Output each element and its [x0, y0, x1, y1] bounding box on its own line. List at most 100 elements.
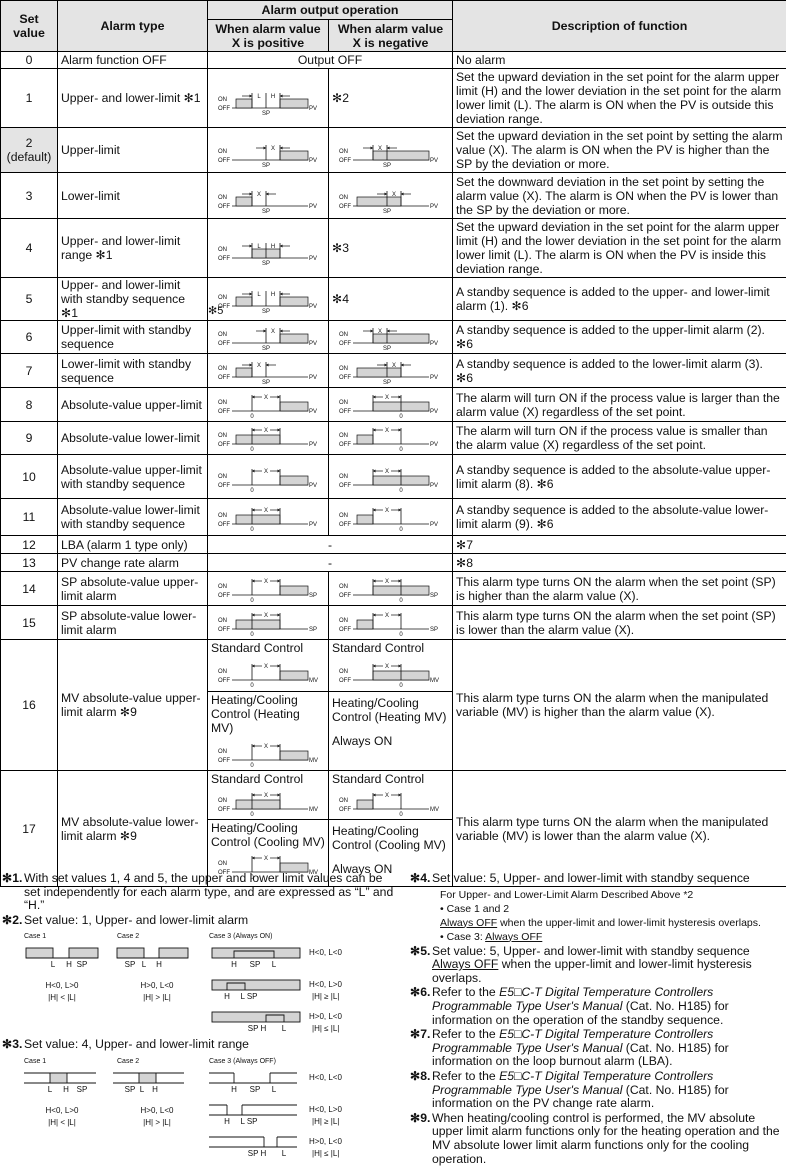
- diagram-negative: ON OFF PV X 0: [327, 421, 454, 455]
- on-label: ON: [218, 400, 227, 406]
- on-label: ON: [339, 149, 348, 155]
- diagram-positive: ON OFF SP X 0: [207, 605, 329, 640]
- zero-label: 0: [250, 632, 254, 638]
- sp-label: SP: [262, 346, 270, 352]
- off-label: OFF: [218, 341, 230, 347]
- diagram-positive: ON OFF PV L H SP ✻5: [207, 277, 329, 321]
- on-region: [279, 475, 309, 485]
- h-label: H: [152, 1085, 158, 1094]
- x-label: X: [385, 469, 389, 475]
- l-label: L: [51, 960, 56, 969]
- footnotes-left: ✻1. With set values 1, 4 and 5, the uppe…: [2, 871, 400, 1163]
- description: This alarm type turns ON the alarm when …: [452, 605, 786, 640]
- case-3-marker-label: SP: [250, 960, 261, 969]
- alarm-type: Upper- and lower-limit ✻1: [57, 68, 208, 128]
- off-label: OFF: [218, 522, 230, 528]
- axis-label: PV: [309, 483, 317, 489]
- set-value: 16: [0, 639, 58, 771]
- on-region: [235, 367, 253, 377]
- on-label: ON: [218, 513, 227, 519]
- case-3-marker-label: L: [272, 1085, 277, 1094]
- description: No alarm: [452, 51, 786, 69]
- table-row: 15 SP absolute-value lower-limit alarm O…: [0, 605, 786, 640]
- x-label: X: [385, 428, 389, 434]
- description: The alarm will turn ON if the process va…: [452, 421, 786, 455]
- x-label: X: [264, 579, 268, 585]
- zero-label: 0: [250, 447, 254, 453]
- case-1-label: Case 1: [24, 933, 46, 940]
- on-region: [279, 296, 309, 307]
- axis-label: MV: [309, 678, 318, 684]
- axis-label: SP: [309, 627, 317, 633]
- x-label: X: [257, 192, 261, 198]
- case-3-relation: |H| ≥ |L|: [312, 992, 339, 1001]
- note-ref: ✻5: [208, 305, 224, 317]
- set-value: 2 (default): [0, 127, 58, 173]
- footnote-2: ✻2. Set value: 1, Upper- and lower-limit…: [2, 912, 249, 927]
- description: Set the upward deviation in the set poin…: [452, 68, 786, 128]
- alarm-type: Upper- and lower-limit with standby sequ…: [57, 277, 208, 321]
- on-label: ON: [218, 195, 227, 201]
- footnote-2-case-diagrams: Case 1 Case 2 Case 3 (Always ON)L H SPH<0, L…: [24, 933, 342, 1033]
- table-row: 14 SP absolute-value upper-limit alarm O…: [0, 571, 786, 606]
- off-label: OFF: [218, 627, 230, 633]
- set-value: 4: [0, 218, 58, 278]
- diagram-negative: ON OFF SP X 0: [327, 571, 454, 606]
- off-label: OFF: [339, 442, 351, 448]
- sp-label: SP: [383, 209, 391, 215]
- alarm-type: Upper- and lower-limit range ✻1: [57, 218, 208, 278]
- diagram-negative: ON OFF PV X SP: [327, 127, 454, 173]
- case-1-relation: |H| < |L|: [48, 993, 76, 1002]
- case-2-label: Case 2: [117, 933, 139, 940]
- set-value: 14: [0, 571, 58, 606]
- axis-label: PV: [309, 304, 317, 310]
- footnote-3: ✻3. Set value: 4, Upper- and lower-limit…: [2, 1037, 249, 1052]
- description: A standby sequence is added to the upper…: [452, 320, 786, 354]
- case-3-condition: H<0, L<0: [309, 1073, 342, 1082]
- off-label: OFF: [339, 375, 351, 381]
- alarm-type: SP absolute-value upper-limit alarm: [57, 571, 208, 606]
- table-row: 5 Upper- and lower-limit with standby se…: [0, 277, 786, 321]
- set-value: 8: [0, 387, 58, 422]
- x-label: X: [385, 508, 389, 514]
- x-label: X: [264, 469, 268, 475]
- diagram-positive: ON OFF PV X 0: [207, 421, 329, 455]
- alarm-type: Lower-limit: [57, 172, 208, 219]
- on-label: ON: [218, 295, 227, 301]
- x-label: X: [271, 329, 275, 335]
- on-region: [279, 333, 309, 344]
- case-3-marker-label: SP: [250, 1085, 261, 1094]
- set-value: 7: [0, 353, 58, 388]
- set-value: 12: [0, 535, 58, 554]
- case-2-condition: H>0, L<0: [141, 1106, 174, 1115]
- axis-label: PV: [309, 409, 317, 415]
- zero-label: 0: [399, 527, 403, 533]
- diagram-positive: ON OFF PV X 0: [207, 498, 329, 536]
- axis-label: PV: [430, 204, 438, 210]
- description: This alarm type turns ON the alarm when …: [452, 639, 786, 771]
- sp-label: SP: [262, 261, 270, 267]
- x-label: X: [385, 613, 389, 619]
- table-row: 13 PV change rate alarm - ✻8: [0, 553, 786, 572]
- diagram-positive: ON OFF PV X SP: [207, 320, 329, 354]
- off-label: OFF: [218, 483, 230, 489]
- alarm-type: Absolute-value lower-limit with standby …: [57, 498, 208, 536]
- diagram-negative: ON OFF PV X SP: [327, 172, 454, 219]
- axis-label: MV: [430, 678, 439, 684]
- table-row: 17 MV absolute-value lower-limit alarm ✻…: [0, 770, 786, 887]
- diagram-positive: ON OFF PV L H SP: [207, 218, 329, 278]
- set-value: 15: [0, 605, 58, 640]
- sp-label: SP: [125, 960, 136, 969]
- case-3-marker-label: L: [282, 1149, 287, 1158]
- on-region: [211, 947, 301, 959]
- axis-label: SP: [309, 593, 317, 599]
- on-region: [235, 296, 253, 307]
- table-row: 8 Absolute-value upper-limit ON OFF PV X 0 O…: [0, 387, 786, 422]
- set-value: 5: [0, 277, 58, 321]
- on-label: ON: [218, 247, 227, 253]
- axis-label: PV: [430, 409, 438, 415]
- zero-label: 0: [399, 488, 403, 494]
- alarm-type: PV change rate alarm: [57, 553, 208, 572]
- description: ✻8: [452, 553, 786, 572]
- x-label: X: [264, 664, 268, 670]
